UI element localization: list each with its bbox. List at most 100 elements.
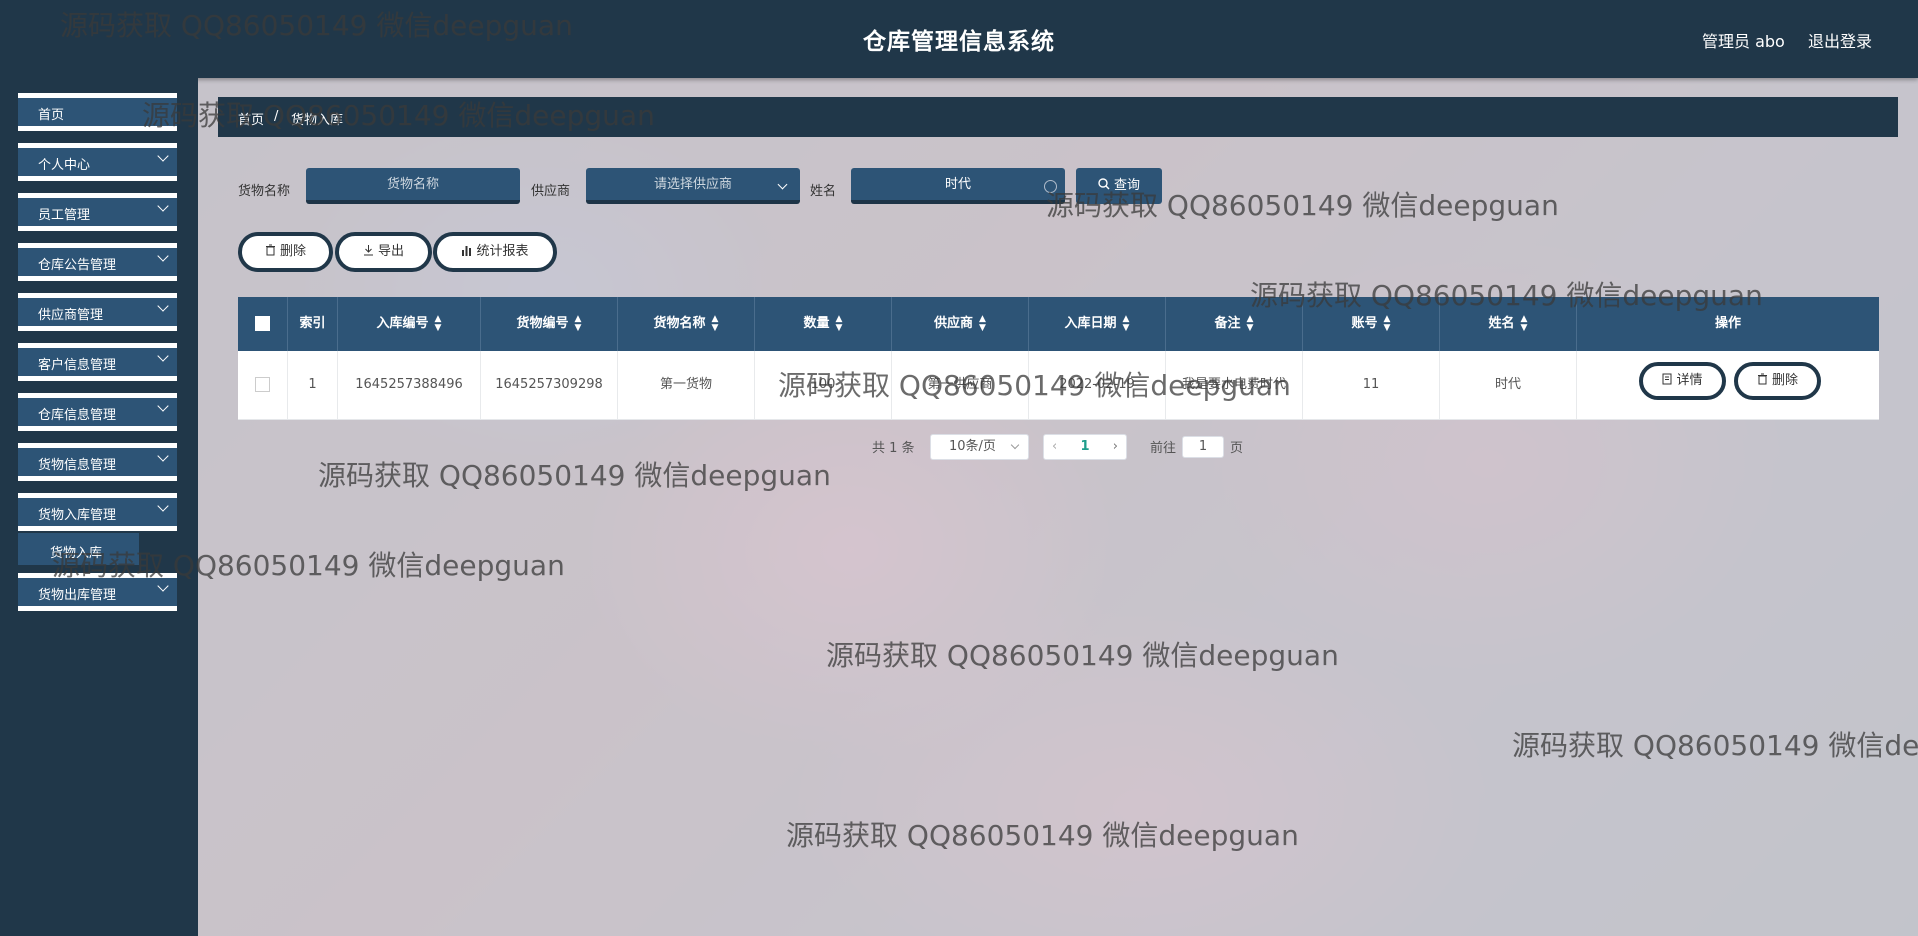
column-header-label: 姓名 (1488, 316, 1515, 331)
sidebar-item-label: 首页 (38, 108, 65, 123)
chevron-down-icon (157, 350, 169, 362)
sidebar-item-label: 货物入库管理 (38, 508, 117, 523)
column-header-label: 数量 (803, 316, 830, 331)
column-header-label: 供应商 (934, 316, 974, 331)
sort-icon[interactable]: ▲ ▼ (435, 314, 442, 333)
row-delete-button[interactable]: 删除 (1734, 362, 1821, 400)
cell-goods-name: 第一货物 (618, 351, 755, 419)
column-header[interactable]: 备注 ▲ ▼ (1166, 297, 1303, 351)
column-header[interactable]: 入库日期 ▲ ▼ (1029, 297, 1166, 351)
sidebar-item-warehouse[interactable]: 仓库信息管理 (18, 393, 177, 431)
batch-delete-button[interactable]: 删除 (238, 232, 333, 272)
goods-name-input[interactable]: 货物名称 (306, 168, 520, 204)
current-page-number[interactable]: 1 (1080, 439, 1089, 454)
sort-icon[interactable]: ▲ ▼ (1521, 314, 1528, 333)
sidebar-item-label: 供应商管理 (38, 308, 104, 323)
row-detail-button[interactable]: 详情 (1639, 362, 1726, 400)
column-header[interactable]: 入库编号 ▲ ▼ (338, 297, 481, 351)
sidebar-item-customer[interactable]: 客户信息管理 (18, 343, 177, 381)
goto-label: 前往 (1150, 441, 1177, 456)
chevron-down-icon (157, 250, 169, 262)
bar-chart-icon (462, 246, 472, 256)
row-delete-label: 删除 (1771, 373, 1798, 388)
column-header-label: 入库编号 (376, 316, 429, 331)
sidebar-item-home[interactable]: 首页 (18, 93, 177, 131)
sidebar-item-label: 货物信息管理 (38, 458, 117, 473)
sidebar-item-notice[interactable]: 仓库公告管理 (18, 243, 177, 281)
sort-icon[interactable]: ▲ ▼ (712, 314, 719, 333)
chevron-down-icon (777, 179, 788, 190)
column-header-label: 货物名称 (653, 316, 706, 331)
chevron-down-icon (157, 400, 169, 412)
sort-icon[interactable]: ▲ ▼ (1247, 314, 1254, 333)
export-button[interactable]: 导出 (335, 232, 432, 272)
select-all-checkbox[interactable] (255, 316, 270, 331)
sidebar-item-supplier[interactable]: 供应商管理 (18, 293, 177, 331)
next-page-icon[interactable]: › (1113, 435, 1118, 459)
chevron-down-icon (157, 150, 169, 162)
prev-page-icon[interactable]: ‹ (1052, 435, 1057, 459)
chevron-down-icon (157, 450, 169, 462)
logout-link[interactable]: 退出登录 (1808, 28, 1872, 52)
column-header[interactable]: 姓名 ▲ ▼ (1440, 297, 1577, 351)
admin-username: 管理员 abo (1702, 32, 1785, 51)
sidebar-item-goods[interactable]: 货物信息管理 (18, 443, 177, 481)
document-icon (1662, 373, 1672, 385)
column-header[interactable]: 供应商 ▲ ▼ (892, 297, 1029, 351)
column-header[interactable]: 账号 ▲ ▼ (1303, 297, 1440, 351)
sidebar-subitem-goods-in[interactable]: 货物入库 (18, 533, 139, 565)
app-title: 仓库管理信息系统 (863, 29, 1055, 55)
trash-icon (1757, 373, 1767, 385)
pagination-total: 共 1 条 (872, 441, 915, 456)
sidebar-item-label: 货物出库管理 (38, 588, 117, 603)
breadcrumb: 首页 / 货物入库 (218, 97, 1898, 137)
column-header[interactable]: 货物编号 ▲ ▼ (481, 297, 618, 351)
name-input[interactable]: 时代 (851, 168, 1065, 204)
breadcrumb-home[interactable]: 首页 (238, 109, 264, 128)
name-label: 姓名 (810, 184, 837, 199)
chevron-down-icon (157, 500, 169, 512)
chevron-down-icon (157, 300, 169, 312)
export-label: 导出 (377, 244, 404, 259)
cell-in-no: 1645257388496 (338, 351, 481, 419)
search-button[interactable]: 查询 (1076, 168, 1162, 204)
sort-icon[interactable]: ▲ ▼ (1123, 314, 1130, 333)
sidebar-subitem-label: 货物入库 (50, 546, 103, 561)
sidebar-item-label: 仓库信息管理 (38, 408, 117, 423)
pager: ‹ 1 › (1043, 434, 1127, 460)
clear-icon[interactable] (1044, 180, 1057, 193)
row-checkbox[interactable] (255, 377, 270, 392)
chevron-down-icon (157, 580, 169, 592)
column-header-label: 货物编号 (516, 316, 569, 331)
goto-page-input[interactable]: 1 (1182, 436, 1224, 458)
statistics-report-button[interactable]: 统计报表 (433, 232, 557, 272)
sidebar-item-label: 个人中心 (38, 158, 91, 173)
search-button-label: 查询 (1113, 178, 1140, 193)
cell-name: 时代 (1440, 351, 1577, 419)
column-header[interactable]: 数量 ▲ ▼ (755, 297, 892, 351)
supplier-select[interactable]: 请选择供应商 (586, 168, 800, 204)
column-header-label: 备注 (1214, 316, 1241, 331)
row-detail-label: 详情 (1676, 373, 1703, 388)
sidebar-item-label: 客户信息管理 (38, 358, 117, 373)
search-icon (1098, 178, 1110, 190)
page-size-select[interactable]: 10条/页 (930, 434, 1029, 460)
statistics-report-label: 统计报表 (476, 244, 529, 259)
cell-account: 11 (1303, 351, 1440, 419)
sort-icon[interactable]: ▲ ▼ (1384, 314, 1391, 333)
sort-icon[interactable]: ▲ ▼ (836, 314, 843, 333)
name-input-value: 时代 (944, 177, 971, 192)
column-header[interactable]: 货物名称 ▲ ▼ (618, 297, 755, 351)
cell-date: 2022-02-19 (1029, 351, 1166, 419)
sidebar-item-goods-in[interactable]: 货物入库管理 (18, 493, 177, 531)
sidebar-item-goods-out[interactable]: 货物出库管理 (18, 573, 177, 611)
sidebar-item-staff[interactable]: 员工管理 (18, 193, 177, 231)
sort-icon[interactable]: ▲ ▼ (979, 314, 986, 333)
column-header-label: 入库日期 (1064, 316, 1117, 331)
sidebar-item-personal-center[interactable]: 个人中心 (18, 143, 177, 181)
goods-name-label: 货物名称 (238, 184, 291, 199)
table-header: 索引 入库编号 ▲ ▼ 货物编号 ▲ ▼ 货物名称 ▲ ▼ 数量 ▲ ▼ 供应商 ▲ ▼ 入库日期 ▲… (238, 297, 1879, 351)
background-image (198, 78, 1918, 936)
sort-icon[interactable]: ▲ ▼ (575, 314, 582, 333)
download-icon (363, 245, 373, 256)
